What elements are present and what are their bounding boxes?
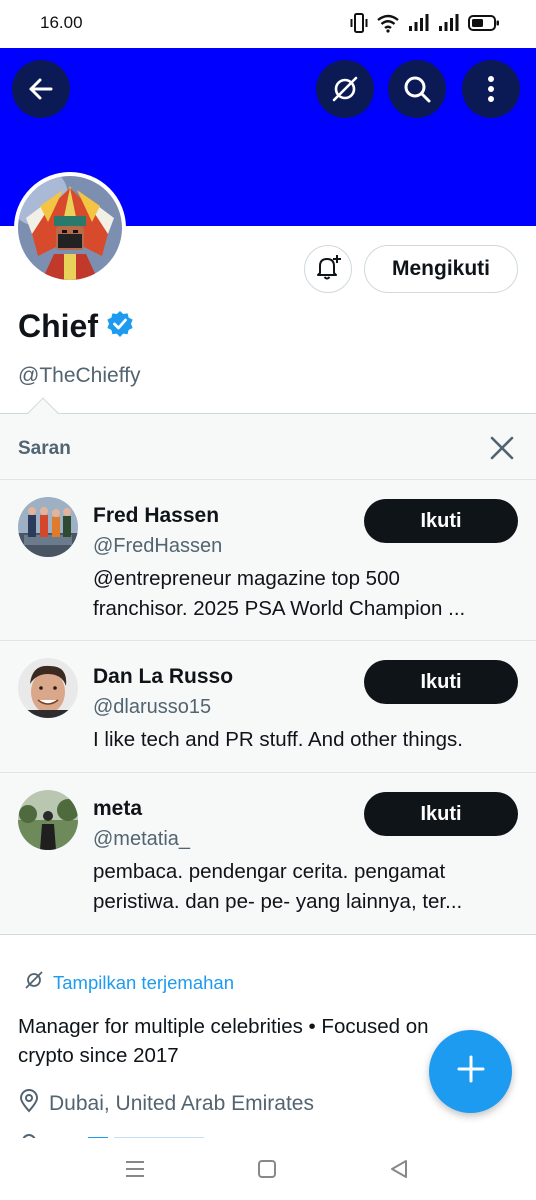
signal-icon — [408, 14, 430, 32]
home-button[interactable] — [254, 1156, 280, 1182]
profile-link-row-partial — [18, 1128, 218, 1138]
battery-icon — [468, 14, 500, 32]
follow-button[interactable]: Ikuti — [364, 660, 518, 704]
suggestion-handle: @FredHassen — [93, 535, 223, 557]
status-bar: 16.00 — [0, 0, 536, 48]
suggestion-handle: @metatia_ — [93, 828, 191, 850]
photo-avatar-image — [18, 497, 78, 557]
photo-avatar-image — [18, 658, 78, 718]
profile-name-row: Chief — [18, 308, 134, 345]
bio-line: crypto since 2017 — [18, 1044, 179, 1067]
suggestion-item[interactable]: Fred Hassen @FredHassen @entrepreneur ma… — [0, 480, 536, 641]
back-triangle-icon — [391, 1160, 407, 1178]
translate-label[interactable]: Tampilkan terjemahan — [53, 972, 234, 994]
search-icon — [402, 74, 432, 104]
suggestion-bio-line: @entrepreneur magazine top 500 — [93, 567, 400, 590]
menu-icon — [126, 1161, 144, 1177]
suggestion-bio: I like tech and PR stuff. And other thin… — [93, 725, 521, 755]
location-pin-icon — [18, 1089, 40, 1118]
system-back-button[interactable] — [386, 1156, 412, 1182]
photo-avatar-image — [18, 790, 78, 850]
more-button[interactable] — [462, 60, 520, 118]
verified-badge-icon[interactable] — [106, 310, 134, 343]
follow-button[interactable]: Ikuti — [364, 792, 518, 836]
close-icon — [490, 436, 514, 460]
suggestions-title: Saran — [18, 438, 71, 459]
headdress-avatar-image — [18, 176, 122, 280]
signal-icon — [438, 14, 460, 32]
profile-handle: @TheChieffy — [18, 364, 141, 387]
suggestion-item[interactable]: Dan La Russo @dlarusso15 I like tech and… — [0, 641, 536, 773]
suggestion-item[interactable]: meta @metatia_ pembaca. pendengar cerita… — [0, 773, 536, 935]
plus-icon — [456, 1054, 486, 1089]
suggestion-avatar[interactable] — [18, 658, 78, 718]
translate-icon — [329, 73, 361, 105]
vibrate-icon — [350, 12, 368, 34]
wifi-icon — [376, 13, 400, 33]
suggestion-bio-line: pembaca. pendengar cerita. pengamat — [93, 860, 446, 883]
suggestion-avatar[interactable] — [18, 790, 78, 850]
suggestion-bio: @entrepreneur magazine top 500 franchiso… — [93, 564, 521, 624]
more-vertical-icon — [487, 75, 495, 103]
translate-icon — [24, 970, 44, 995]
suggestion-name[interactable]: meta — [93, 797, 142, 821]
following-button[interactable]: Mengikuti — [364, 245, 518, 293]
profile-location: Dubai, United Arab Emirates — [18, 1089, 314, 1118]
status-time: 16.00 — [40, 13, 83, 32]
profile-avatar[interactable] — [14, 172, 126, 284]
suggestion-bio-line: peristiwa. dan pe- pe- yang lainnya, ter… — [93, 890, 463, 913]
suggestion-name[interactable]: Fred Hassen — [93, 504, 219, 528]
show-translation-link[interactable]: Tampilkan terjemahan — [24, 970, 234, 995]
suggestion-name[interactable]: Dan La Russo — [93, 665, 233, 689]
compose-button[interactable] — [429, 1030, 512, 1113]
location-text: Dubai, United Arab Emirates — [49, 1091, 314, 1115]
translate-button[interactable] — [316, 60, 374, 118]
system-nav-bar — [0, 1138, 536, 1200]
suggestion-handle: @dlarusso15 — [93, 696, 212, 718]
suggestion-bio-line: I like tech and PR stuff. And other thin… — [93, 728, 463, 751]
follow-button[interactable]: Ikuti — [364, 499, 518, 543]
suggestion-bio: pembaca. pendengar cerita. pengamat peri… — [93, 857, 521, 917]
suggestion-avatar[interactable] — [18, 497, 78, 557]
status-icons — [350, 12, 500, 34]
menu-button[interactable] — [122, 1156, 148, 1182]
arrow-left-icon — [27, 75, 55, 103]
suggestion-bio-line: franchisor. 2025 PSA World Champion ... — [93, 597, 466, 620]
bell-plus-icon — [314, 253, 342, 286]
bio-line: Manager for multiple celebrities • Focus… — [18, 1015, 429, 1038]
profile-name: Chief — [18, 308, 98, 344]
suggestions-header: Saran — [0, 414, 536, 480]
home-square-icon — [258, 1160, 276, 1178]
back-button[interactable] — [12, 60, 70, 118]
suggestions-panel: Saran Fred Hassen @FredHassen @entrepren… — [0, 413, 536, 935]
profile-bio: Manager for multiple celebrities • Focus… — [18, 1012, 498, 1070]
search-button[interactable] — [388, 60, 446, 118]
close-suggestions-button[interactable] — [488, 434, 516, 462]
notify-button[interactable] — [304, 245, 352, 293]
